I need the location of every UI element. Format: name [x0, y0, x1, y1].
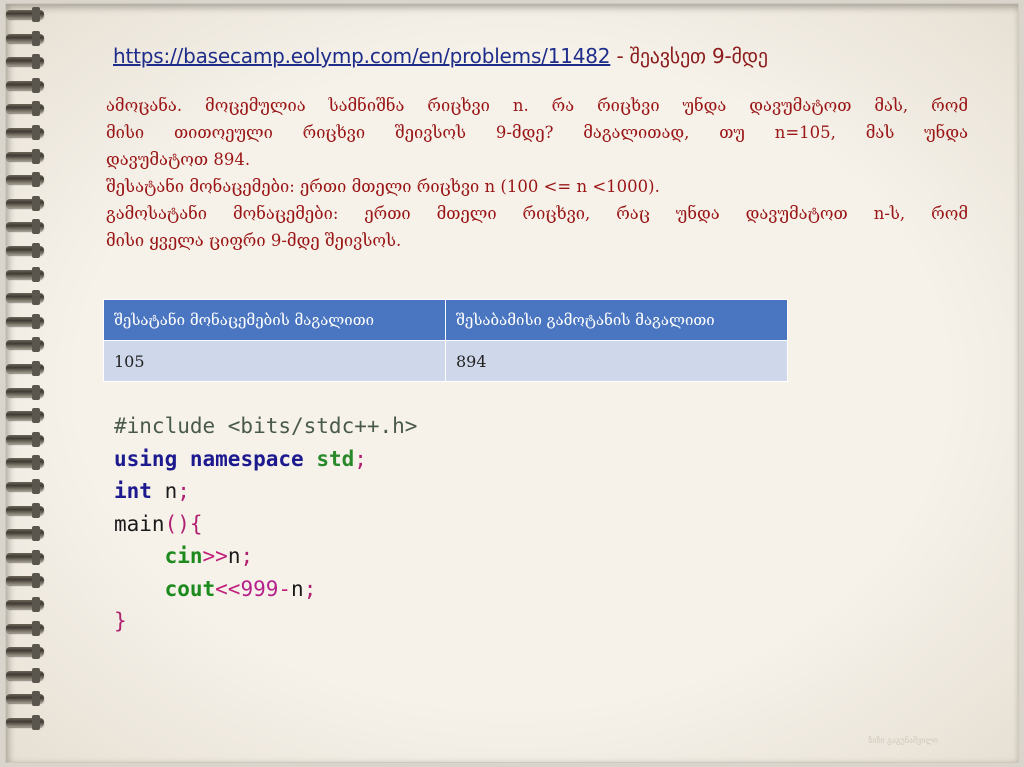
code-main-paren: ()	[164, 511, 190, 536]
slide-title: https://basecamp.eolymp.com/en/problems/…	[113, 44, 768, 68]
spiral-ring	[6, 148, 44, 164]
spiral-ring	[6, 172, 44, 188]
code-var-n: n	[151, 479, 178, 503]
spiral-ring	[6, 361, 44, 376]
spiral-ring	[6, 125, 44, 140]
code-shl: <<	[215, 576, 241, 601]
code-semicolon: ;	[240, 544, 254, 568]
spiral-binding	[6, 7, 46, 750]
code-n: n	[227, 544, 241, 568]
spiral-ring	[6, 313, 44, 329]
code-main: main	[114, 511, 165, 536]
code-close-brace: }	[114, 609, 127, 633]
spiral-ring	[6, 455, 44, 471]
code-open-brace: {	[189, 511, 203, 536]
problem-link[interactable]: https://basecamp.eolymp.com/en/problems/…	[113, 44, 611, 68]
header-output-example: შესაბამისი გამოტანის მაგალითი	[445, 299, 788, 341]
table-row: 105 894	[103, 340, 788, 382]
spiral-ring	[6, 620, 44, 636]
spiral-ring	[6, 337, 44, 353]
code-block: #include <bits/stdc++.h> using namespace…	[114, 410, 417, 638]
code-semicolon: ;	[177, 479, 190, 503]
spiral-ring	[6, 431, 44, 447]
spiral-ring	[6, 644, 44, 660]
description-line: მისი თითოეული რიცხვი შეივსოს 9-მდე? მაგა…	[106, 123, 968, 142]
code-shr: >>	[202, 544, 228, 568]
spiral-ring	[6, 54, 44, 70]
code-semicolon: ;	[354, 446, 367, 471]
problem-description: ამოცანა. მოცემულია სამნიშნა რიცხვი n. რა…	[106, 92, 968, 254]
spiral-ring	[6, 691, 44, 707]
title-text: - შეავსეთ 9-მდე	[610, 44, 769, 68]
code-keyword-using: using	[114, 446, 178, 471]
example-table: შესატანი მონაცემების მაგალითი შესაბამისი…	[103, 299, 788, 382]
code-keyword-int: int	[114, 479, 152, 503]
input-spec: შესატანი მონაცემები: ერთი მთელი რიცხვი n…	[106, 177, 660, 196]
spiral-ring	[6, 573, 44, 589]
spiral-ring	[6, 549, 44, 565]
spiral-ring	[6, 266, 44, 282]
spiral-ring	[6, 502, 44, 518]
cell-input: 105	[103, 340, 446, 382]
table-header-row: შესატანი მონაცემების მაგალითი შესაბამისი…	[103, 299, 788, 341]
code-semicolon: ;	[303, 576, 317, 601]
code-cin: cin	[164, 544, 203, 568]
output-spec-cont: მისი ყველა ციფრი 9-მდე შეივსოს.	[106, 231, 402, 250]
code-std: std	[316, 446, 355, 471]
description-line: ამოცანა. მოცემულია სამნიშნა რიცხვი n. რა…	[106, 96, 968, 115]
spiral-ring	[6, 290, 44, 306]
code-keyword-namespace: namespace	[189, 446, 304, 471]
spiral-ring	[6, 243, 44, 258]
code-cout: cout	[164, 576, 216, 601]
spiral-ring	[6, 526, 44, 542]
spiral-ring	[6, 195, 44, 211]
spiral-ring	[6, 667, 44, 683]
watermark: ზიზი გაგუნაშვილი	[868, 736, 938, 745]
code-include: #include <bits/stdc++.h>	[114, 414, 418, 438]
spiral-ring	[6, 597, 44, 612]
spiral-ring	[6, 7, 44, 22]
spiral-ring	[6, 479, 44, 494]
spiral-ring	[6, 408, 44, 424]
spiral-ring	[6, 219, 44, 235]
cell-output: 894	[445, 340, 788, 382]
description-line: დავუმატოთ 894.	[106, 150, 251, 169]
header-input-example: შესატანი მონაცემების მაგალითი	[103, 299, 446, 341]
code-minus: -	[278, 576, 292, 601]
code-number: 999	[240, 576, 279, 601]
spiral-ring	[6, 101, 44, 117]
spiral-ring	[6, 715, 44, 730]
output-spec: გამოსატანი მონაცემები: ერთი მთელი რიცხვი…	[106, 204, 968, 223]
spiral-ring	[6, 30, 44, 46]
spiral-ring	[6, 384, 44, 400]
code-n: n	[291, 576, 304, 601]
spiral-ring	[6, 77, 44, 93]
